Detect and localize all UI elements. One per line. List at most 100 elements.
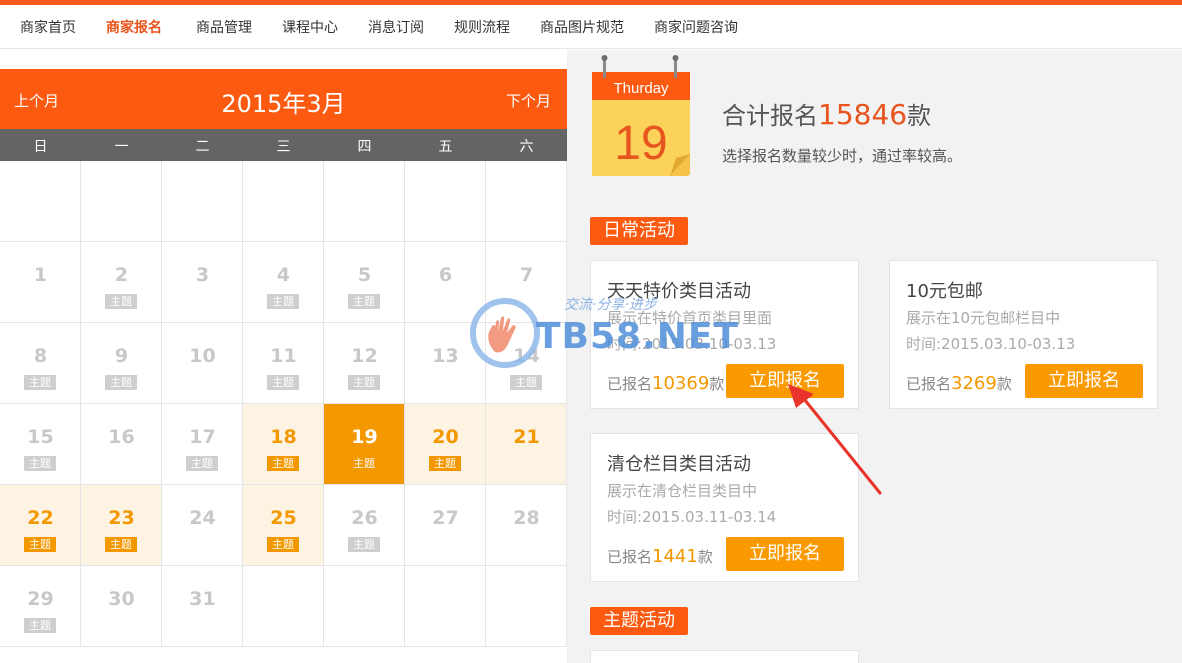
calendar-day-cell	[162, 161, 243, 242]
calendar-day-cell[interactable]: 18 主题	[243, 404, 324, 485]
calendar-day-cell[interactable]: 21	[486, 404, 567, 485]
calendar-day-cell[interactable]: 30	[81, 566, 162, 647]
weekday-label: 二	[195, 139, 210, 155]
calendar-day-number: 23	[108, 507, 135, 529]
theme-tag[interactable]: 主题	[24, 618, 56, 633]
calendar-day-cell[interactable]: 4 主题	[243, 242, 324, 323]
watermark-text: TB58.NET	[536, 316, 740, 357]
calendar-day-cell[interactable]: 28	[486, 485, 567, 566]
nav-item-merchant-signup[interactable]: 商家报名	[106, 17, 162, 37]
activity-desc: 展示在清仓栏目类目中	[607, 482, 758, 500]
calendar-day-cell	[243, 161, 324, 242]
theme-tag[interactable]: 主题	[105, 537, 137, 552]
theme-tag[interactable]: 主题	[105, 294, 137, 309]
nav-item-merchant-faq[interactable]: 商家问题咨询	[654, 17, 738, 37]
calendar-day-cell[interactable]: 3	[162, 242, 243, 323]
calendar-day-number: 17	[189, 426, 216, 448]
calendar-day-number: 19	[351, 426, 378, 448]
calendar-day-cell[interactable]: 17 主题	[162, 404, 243, 485]
calendar-day-cell[interactable]: 9 主题	[81, 323, 162, 404]
calendar-day-number: 12	[351, 345, 378, 367]
signup-now-button[interactable]: 立即报名	[1025, 364, 1143, 398]
calendar-day-number: 9	[114, 345, 129, 367]
calendar-day-cell[interactable]: 29 主题	[0, 566, 81, 647]
nav-item-image-guidelines[interactable]: 商品图片规范	[540, 17, 624, 37]
calendar-day-cell[interactable]: 22 主题	[0, 485, 81, 566]
calendar-day-cell	[243, 566, 324, 647]
calendar-day-cell[interactable]: 12 主题	[324, 323, 405, 404]
nav-item-merchant-home[interactable]: 商家首页	[20, 17, 76, 37]
calendar-day-number: 10	[189, 345, 216, 367]
theme-tag[interactable]: 主题	[348, 537, 380, 552]
calendar-day-cell[interactable]: 2 主题	[81, 242, 162, 323]
theme-tag[interactable]: 主题	[267, 456, 299, 471]
calendar-day-number: 28	[513, 507, 540, 529]
next-month-button[interactable]: 下个月	[506, 90, 551, 111]
theme-activities-tag: 主题活动	[590, 607, 688, 635]
calendar-day-number: 4	[276, 264, 291, 286]
calendar-day-cell[interactable]: 5 主题	[324, 242, 405, 323]
count-value: 3269	[951, 373, 997, 394]
calendar-icon-weekday: Thurday	[613, 80, 669, 97]
calendar-day-cell	[486, 161, 567, 242]
count-value: 1441	[652, 546, 698, 567]
calendar-day-cell[interactable]: 23 主题	[81, 485, 162, 566]
calendar-day-number: 11	[270, 345, 297, 367]
calendar-day-number: 6	[438, 264, 453, 286]
theme-tag[interactable]: 主题	[105, 375, 137, 390]
calendar-day-cell[interactable]: 19 主题	[324, 404, 405, 485]
calendar-day-cell[interactable]: 11 主题	[243, 323, 324, 404]
nav-item-rules-process[interactable]: 规则流程	[454, 17, 510, 37]
calendar-day-cell[interactable]: 15 主题	[0, 404, 81, 485]
nav-item-message-subscription[interactable]: 消息订阅	[368, 17, 424, 37]
weekday-label: 日	[33, 139, 48, 155]
theme-tag[interactable]: 主题	[24, 375, 56, 390]
theme-tag[interactable]: 主题	[267, 375, 299, 390]
weekday-label: 五	[438, 139, 453, 155]
main-nav: 商家首页 商家报名 商品管理 课程中心 消息订阅 规则流程 商品图片规范 商家问…	[0, 5, 1182, 49]
calendar-day-number: 15	[27, 426, 54, 448]
theme-tag[interactable]: 主题	[348, 375, 380, 390]
watermark-slogan: 交流·分享·进步	[564, 297, 657, 313]
calendar-header: 上个月 2015年3月 下个月	[0, 69, 567, 129]
hand-icon	[488, 316, 516, 353]
theme-tag[interactable]: 主题	[186, 456, 218, 471]
theme-tag[interactable]: 主题	[267, 294, 299, 309]
theme-tag[interactable]: 主题	[429, 456, 461, 471]
count-suffix: 款	[709, 375, 725, 393]
calendar-day-cell[interactable]: 8 主题	[0, 323, 81, 404]
calendar-day-number: 24	[189, 507, 216, 529]
calendar-day-cell[interactable]: 10	[162, 323, 243, 404]
calendar-day-number: 1	[33, 264, 48, 286]
calendar-day-cell[interactable]: 20 主题	[405, 404, 486, 485]
theme-tag[interactable]: 主题	[24, 456, 56, 471]
activity-card-partial	[590, 650, 859, 663]
calendar-day-cell[interactable]: 24	[162, 485, 243, 566]
count-value: 10369	[652, 373, 710, 394]
calendar-day-cell[interactable]: 25 主题	[243, 485, 324, 566]
theme-tag[interactable]: 主题	[348, 294, 380, 309]
calendar-day-cell[interactable]: 1	[0, 242, 81, 323]
count-prefix: 已报名	[607, 548, 653, 566]
calendar-day-cell[interactable]: 16	[81, 404, 162, 485]
activity-title: 清仓栏目类目活动	[607, 454, 751, 475]
theme-tag[interactable]: 主题	[267, 537, 299, 552]
activity-title: 10元包邮	[906, 281, 983, 302]
signup-total-count: 15846	[818, 98, 908, 131]
activity-signup-count: 已报名1441款	[607, 546, 713, 567]
calendar-day-cell[interactable]: 27	[405, 485, 486, 566]
nav-item-course-center[interactable]: 课程中心	[282, 17, 338, 37]
calendar-day-number: 7	[519, 264, 534, 286]
calendar-day-number: 29	[27, 588, 54, 610]
calendar-day-number: 8	[33, 345, 48, 367]
calendar-day-cell[interactable]: 31	[162, 566, 243, 647]
theme-tag[interactable]: 主题	[24, 537, 56, 552]
signup-total-prefix: 合计报名	[722, 102, 818, 130]
signup-now-button[interactable]: 立即报名	[726, 537, 844, 571]
calendar-day-cell[interactable]: 26 主题	[324, 485, 405, 566]
pointer-arrow-icon	[788, 384, 882, 495]
count-prefix: 已报名	[906, 375, 952, 393]
theme-tag[interactable]: 主题	[510, 375, 542, 390]
theme-tag[interactable]: 主题	[348, 456, 380, 471]
nav-item-product-management[interactable]: 商品管理	[196, 17, 252, 37]
